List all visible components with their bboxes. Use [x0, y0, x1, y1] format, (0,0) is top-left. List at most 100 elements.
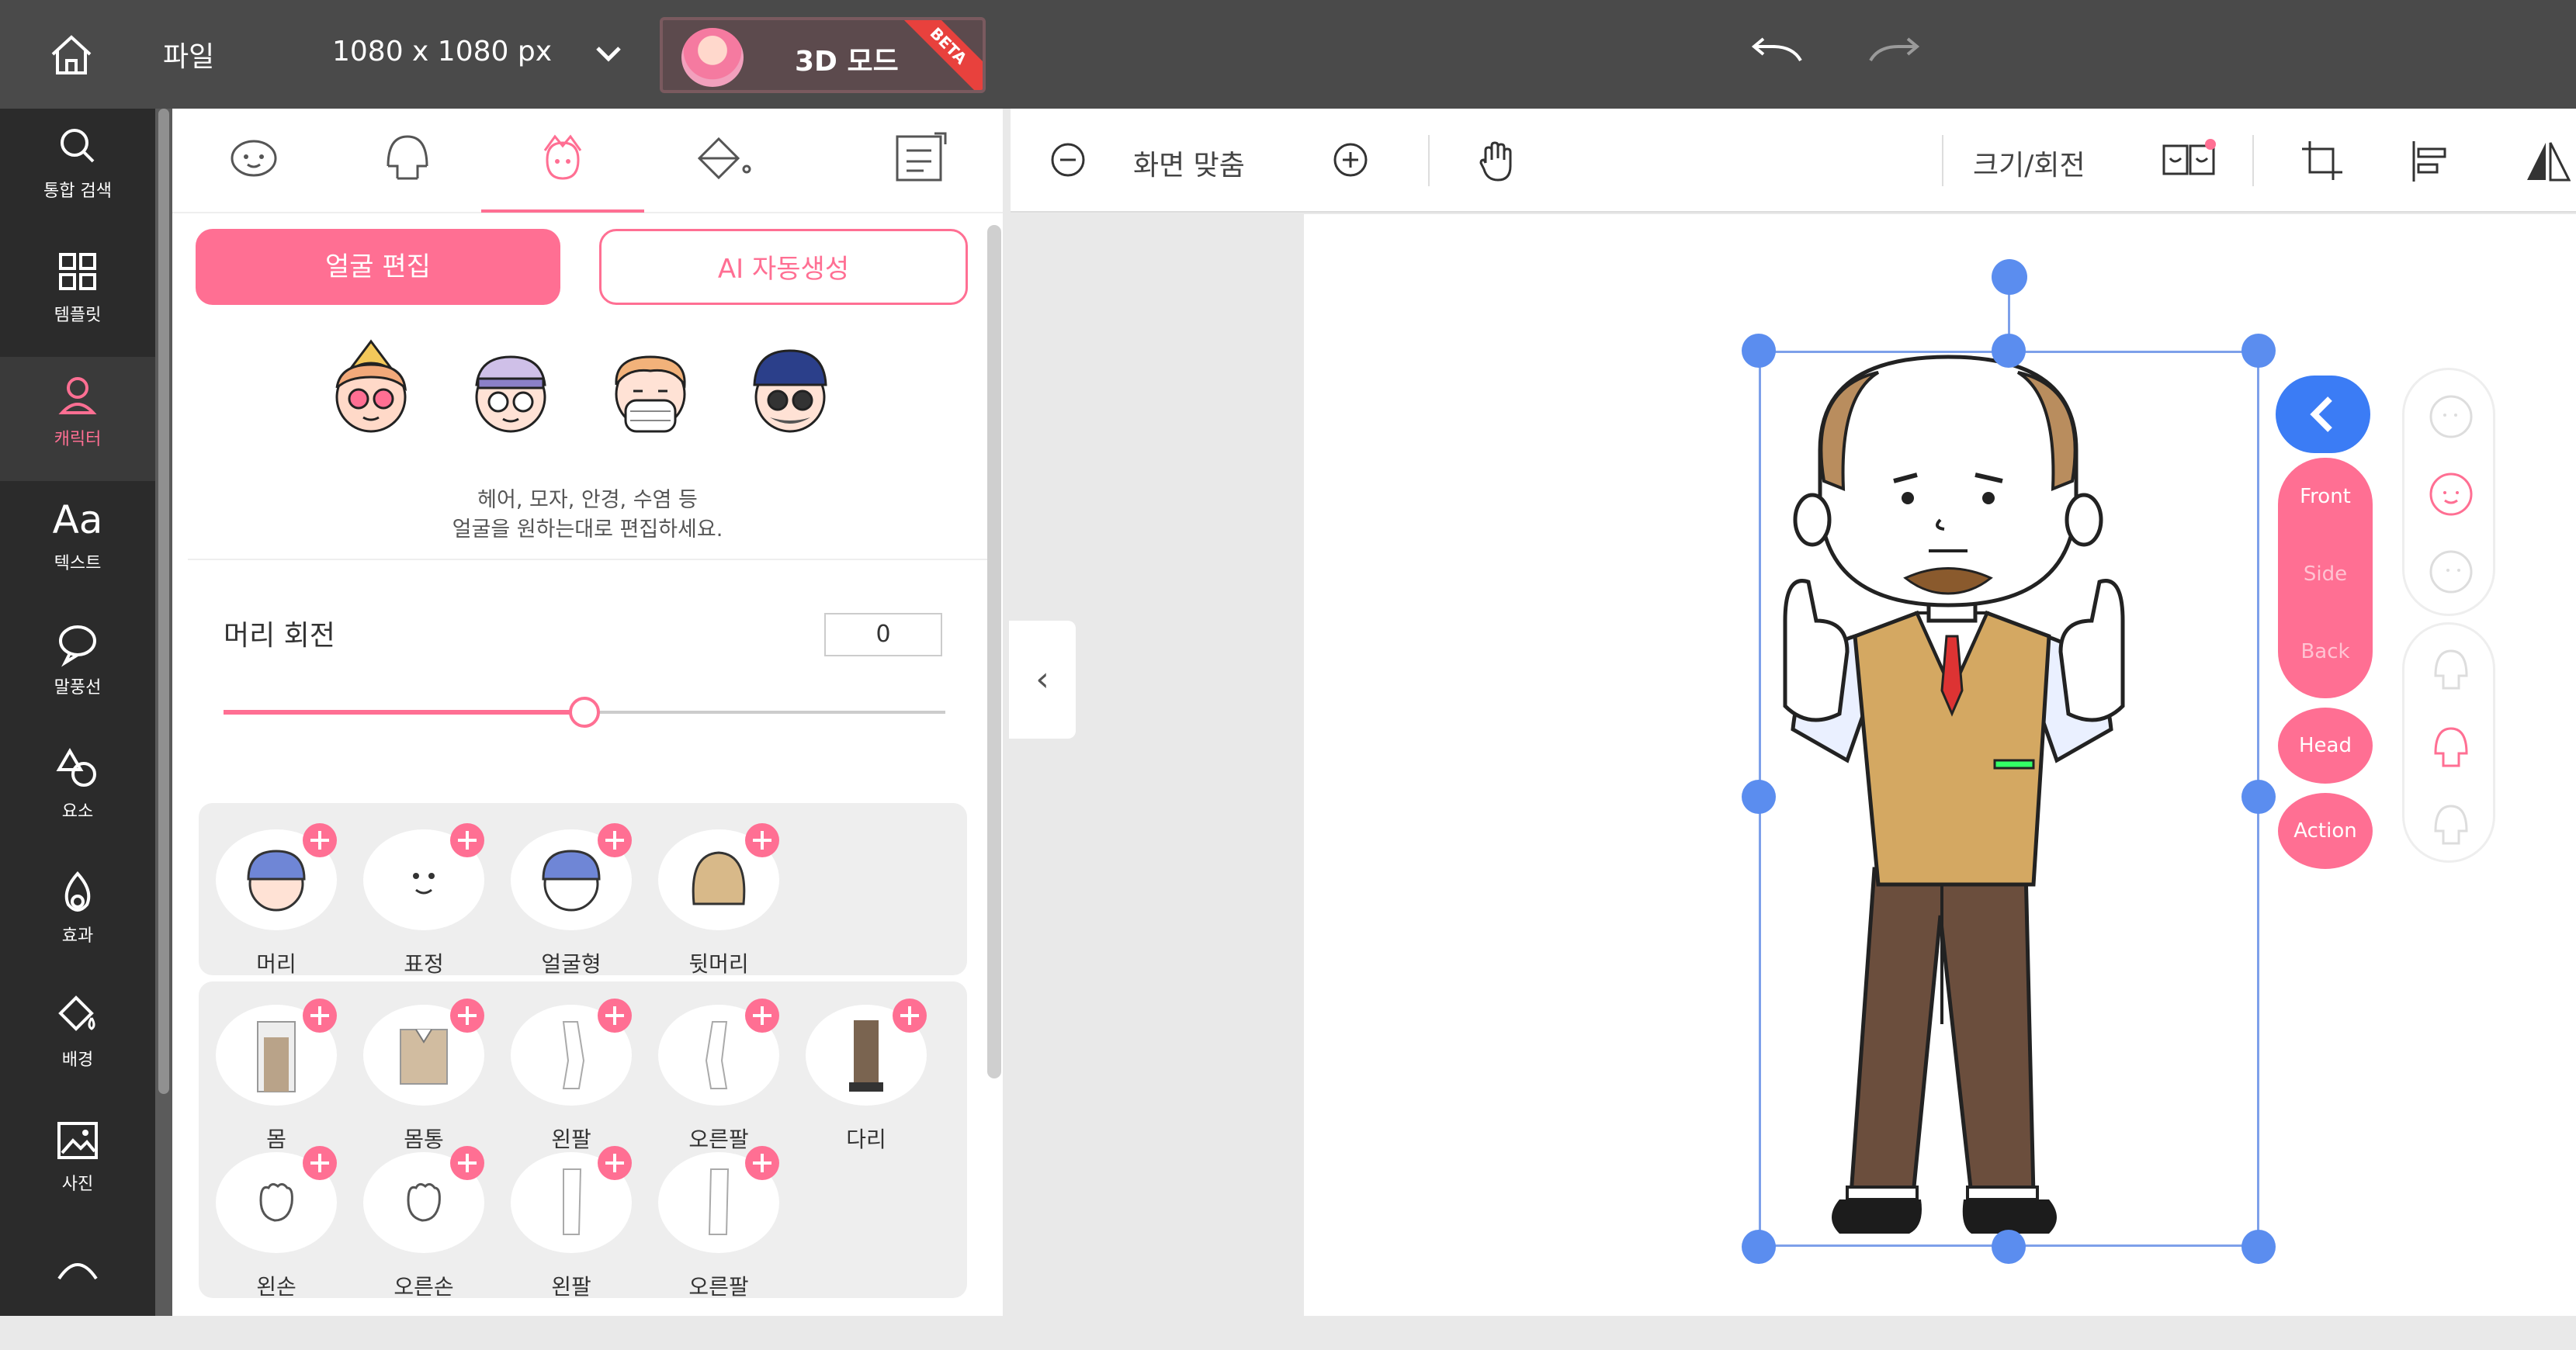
add-right-arm-button[interactable] — [745, 999, 779, 1033]
zoom-out-icon[interactable] — [1046, 138, 1090, 182]
home-icon[interactable] — [48, 31, 95, 78]
face-preset-4[interactable] — [736, 334, 844, 442]
face-edit-button[interactable]: 얼굴 편집 — [196, 229, 560, 305]
part-body[interactable]: 몸 — [214, 999, 338, 1154]
add-torso-button[interactable] — [450, 999, 484, 1033]
add-left-arm-button[interactable] — [598, 999, 632, 1033]
head-angle-right-icon[interactable] — [2422, 542, 2481, 601]
undo-icon[interactable] — [1746, 36, 1808, 71]
redo-icon[interactable] — [1863, 36, 1925, 71]
nav-more[interactable] — [0, 1226, 155, 1350]
part-right-arm[interactable]: 오른팔 — [657, 999, 781, 1154]
head-angle-front-icon[interactable] — [2422, 465, 2481, 524]
add-left-hand-button[interactable] — [303, 1146, 337, 1180]
crop-icon[interactable] — [2299, 138, 2345, 185]
view-side-button[interactable]: Side — [2278, 535, 2373, 613]
selection-box — [1759, 351, 2259, 1247]
part-right-arm-2[interactable]: 오른팔 — [657, 1146, 781, 1301]
action-mode-button[interactable]: Action — [2278, 793, 2373, 869]
nav-background[interactable]: 배경 — [0, 978, 155, 1102]
body-angle-front-icon[interactable] — [2422, 718, 2481, 777]
resize-rotate-button[interactable]: 크기/회전 — [1973, 143, 2085, 183]
head-rotation-slider-thumb[interactable] — [569, 697, 600, 728]
zoom-fit-button[interactable]: 화면 맞춤 — [1133, 143, 1245, 183]
part-right-hand[interactable]: 오른손 — [362, 1146, 486, 1301]
nav-elements[interactable]: 요소 — [0, 729, 155, 853]
part-face-shape[interactable]: 얼굴형 — [509, 823, 633, 978]
add-expression-button[interactable] — [450, 823, 484, 857]
align-left-icon[interactable] — [2408, 138, 2454, 185]
nav-scrollbar-thumb[interactable] — [158, 109, 169, 1094]
ai-generate-button[interactable]: AI 자동생성 — [599, 229, 968, 305]
add-legs-button[interactable] — [893, 999, 927, 1033]
view-front-button[interactable]: Front — [2278, 458, 2373, 535]
body-angle-left-icon[interactable] — [2422, 640, 2481, 699]
3d-mode-button[interactable]: 3D 모드 BETA — [660, 17, 986, 93]
part-left-hand[interactable]: 왼손 — [214, 1146, 338, 1301]
head-rotation-value-input[interactable]: 0 — [824, 613, 942, 656]
resize-handle-bottom-left[interactable] — [1742, 1230, 1776, 1264]
nav-templates[interactable]: 템플릿 — [0, 233, 155, 357]
add-right-hand-button[interactable] — [450, 1146, 484, 1180]
flip-icon[interactable] — [2524, 138, 2571, 185]
head-tab-icon[interactable] — [373, 127, 442, 189]
canvas-size-selector[interactable]: 1080 x 1080 px — [332, 36, 552, 68]
part-expression[interactable]: 표정 — [362, 823, 486, 978]
part-label: 얼굴형 — [541, 951, 602, 977]
body-angle-right-icon[interactable] — [2422, 795, 2481, 854]
add-body-button[interactable] — [303, 999, 337, 1033]
face-preset-2[interactable] — [456, 334, 565, 442]
part-left-arm-2[interactable]: 왼팔 — [509, 1146, 633, 1301]
hair-part-icon — [247, 850, 306, 912]
zoom-in-icon[interactable] — [1329, 138, 1372, 182]
body-parts-group: 몸 몸통 왼팔 오른팔 다리 왼손 오른손 왼팔 오른팔 — [199, 981, 967, 1301]
nav-effects[interactable]: 효과 — [0, 853, 155, 978]
add-face-shape-button[interactable] — [598, 823, 632, 857]
face-preset-3[interactable] — [596, 334, 705, 442]
file-menu[interactable]: 파일 — [163, 34, 214, 74]
nav-integrated-search[interactable]: 통합 검색 — [0, 109, 155, 233]
face-swap-icon[interactable] — [2159, 138, 2221, 185]
nav-text[interactable]: Aa 텍스트 — [0, 481, 155, 605]
resize-handle-top-left[interactable] — [1742, 334, 1776, 368]
rotation-handle[interactable] — [1992, 259, 2027, 295]
add-right-arm-button[interactable] — [745, 1146, 779, 1180]
head-angle-left-icon[interactable] — [2422, 387, 2481, 446]
part-legs[interactable]: 다리 — [804, 999, 928, 1154]
template-tab-icon[interactable] — [886, 127, 956, 189]
add-back-hair-button[interactable] — [745, 823, 779, 857]
nav-photos[interactable]: 사진 — [0, 1102, 155, 1226]
face-edit-tab[interactable] — [481, 127, 644, 213]
nav-scrollbar[interactable] — [155, 109, 172, 1316]
part-hair[interactable]: 머리 — [214, 823, 338, 978]
color-fill-tab-icon[interactable] — [688, 127, 758, 189]
add-left-arm-button[interactable] — [598, 1146, 632, 1180]
view-panel-back-button[interactable] — [2276, 376, 2370, 453]
resize-handle-bottom[interactable] — [1992, 1230, 2026, 1264]
part-left-arm[interactable]: 왼팔 — [509, 999, 633, 1154]
resize-handle-bottom-right[interactable] — [2241, 1230, 2276, 1264]
nav-label: 템플릿 — [54, 306, 102, 325]
face-preset-1[interactable] — [317, 334, 425, 442]
view-back-button[interactable]: Back — [2278, 613, 2373, 691]
add-hair-button[interactable] — [303, 823, 337, 857]
resize-handle-right[interactable] — [2241, 780, 2276, 814]
flame-icon — [64, 871, 91, 912]
hand-pan-icon[interactable] — [1475, 138, 1518, 185]
resize-handle-top-right[interactable] — [2241, 334, 2276, 368]
chevron-down-icon[interactable] — [591, 39, 626, 70]
nav-character[interactable]: 캐릭터 — [0, 357, 155, 481]
panel-scrollbar[interactable] — [987, 225, 1001, 1078]
left-hand-part-icon — [259, 1182, 293, 1222]
collapse-panel-button[interactable]: ‹ — [1009, 621, 1076, 739]
part-back-hair[interactable]: 뒷머리 — [657, 823, 781, 978]
part-label: 머리 — [256, 951, 296, 977]
part-torso[interactable]: 몸통 — [362, 999, 486, 1154]
head-mode-button[interactable]: Head — [2278, 708, 2373, 784]
face-tab-icon[interactable] — [219, 127, 289, 189]
nav-speech-bubble[interactable]: 말풍선 — [0, 605, 155, 729]
nav-label: 사진 — [61, 1175, 94, 1194]
resize-handle-left[interactable] — [1742, 780, 1776, 814]
left-arm-part-icon — [562, 1021, 585, 1089]
resize-handle-top[interactable] — [1992, 334, 2026, 368]
